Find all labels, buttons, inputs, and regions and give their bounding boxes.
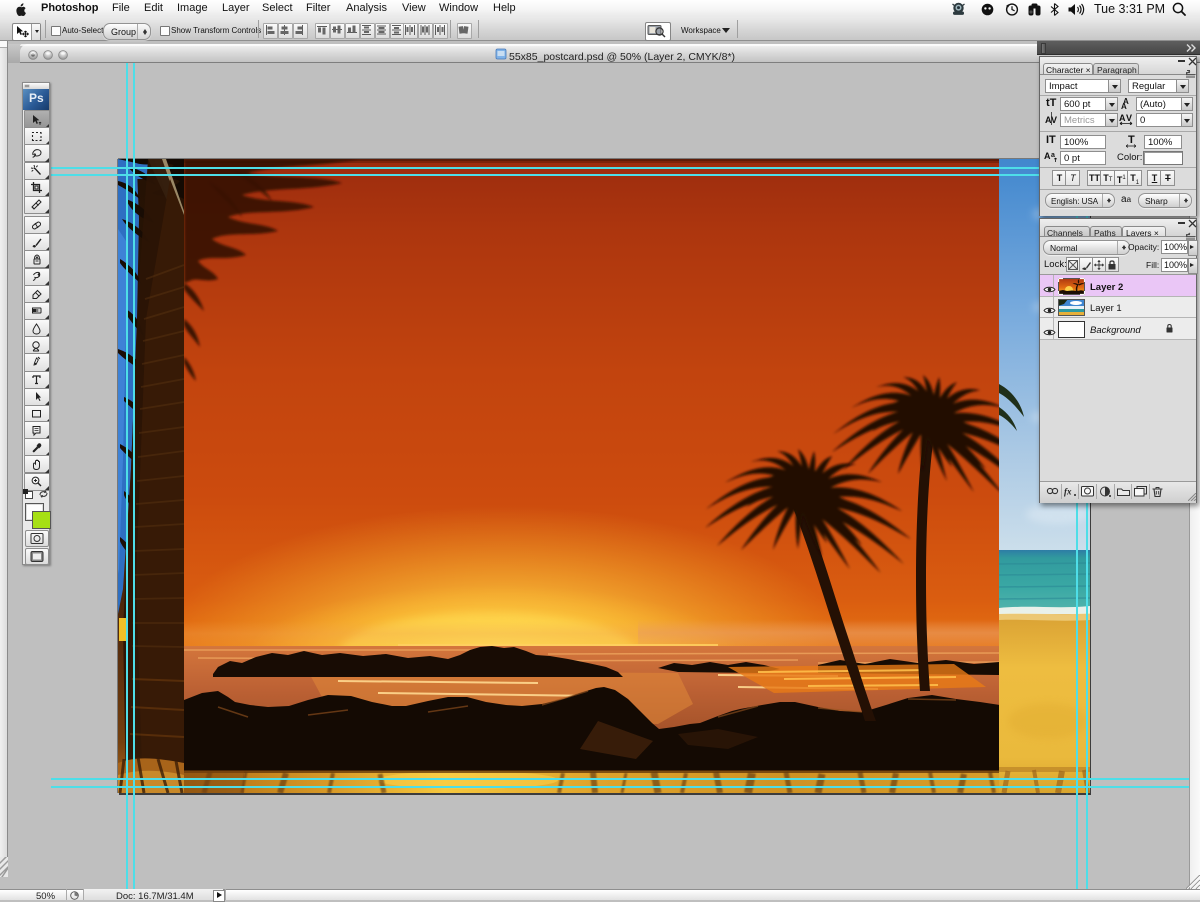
svg-text:fx: fx [1064,487,1072,497]
svg-text:A: A [1044,151,1051,161]
svg-text:V: V [1126,113,1132,123]
svg-text:a: a [1051,152,1055,159]
svg-text:A: A [1121,102,1127,109]
svg-text:V: V [1051,115,1057,125]
svg-text:A: A [1119,113,1126,123]
